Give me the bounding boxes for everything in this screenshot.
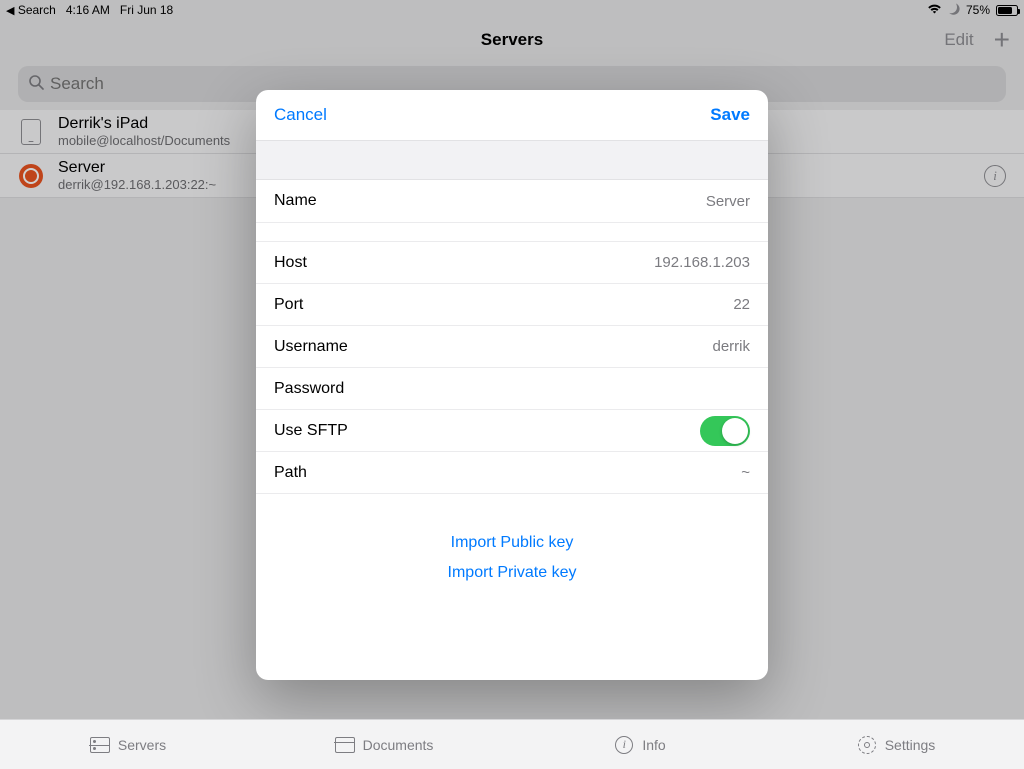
- folder-icon: [335, 735, 355, 755]
- tab-label: Documents: [363, 737, 434, 753]
- username-field[interactable]: [464, 338, 750, 355]
- host-label: Host: [274, 254, 307, 272]
- tab-servers[interactable]: Servers: [0, 720, 256, 769]
- password-field[interactable]: [464, 380, 750, 397]
- tab-info[interactable]: i Info: [512, 720, 768, 769]
- port-field[interactable]: [464, 296, 750, 313]
- path-label: Path: [274, 464, 307, 482]
- tab-bar: Servers Documents i Info Settings: [0, 719, 1024, 769]
- tab-label: Servers: [118, 737, 166, 753]
- gear-icon: [857, 735, 877, 755]
- import-public-key-button[interactable]: Import Public key: [451, 534, 574, 552]
- servers-icon: [90, 735, 110, 755]
- sftp-label: Use SFTP: [274, 422, 348, 440]
- password-label: Password: [274, 380, 344, 398]
- host-field[interactable]: [464, 254, 750, 271]
- tab-label: Settings: [885, 737, 936, 753]
- username-label: Username: [274, 338, 348, 356]
- import-private-key-button[interactable]: Import Private key: [448, 564, 577, 582]
- info-icon: i: [614, 735, 634, 755]
- sftp-toggle[interactable]: [700, 416, 750, 446]
- server-edit-modal: Cancel Save Name Host Port Username Pass…: [256, 90, 768, 680]
- tab-settings[interactable]: Settings: [768, 720, 1024, 769]
- port-label: Port: [274, 296, 303, 314]
- name-label: Name: [274, 192, 317, 210]
- save-button[interactable]: Save: [710, 105, 750, 125]
- tab-documents[interactable]: Documents: [256, 720, 512, 769]
- name-field[interactable]: [464, 193, 750, 210]
- cancel-button[interactable]: Cancel: [274, 105, 327, 125]
- tab-label: Info: [642, 737, 665, 753]
- path-field[interactable]: [464, 464, 750, 481]
